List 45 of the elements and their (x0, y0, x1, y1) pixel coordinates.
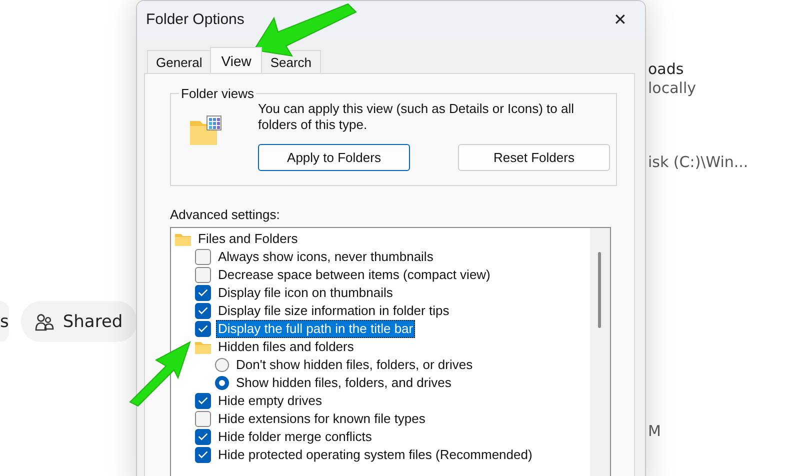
people-icon (34, 312, 55, 330)
tab[interactable]: View (210, 47, 262, 73)
setting-label[interactable]: Display file icon on thumbnails (216, 284, 395, 302)
filter-pill[interactable]: s (0, 301, 9, 342)
background-text: locally (648, 79, 697, 97)
folder-button[interactable]: Reset Folders (458, 144, 610, 171)
setting-label[interactable]: Hide folder merge conflicts (216, 428, 374, 446)
setting-label[interactable]: Show hidden files, folders, and drives (234, 374, 454, 392)
setting-label[interactable]: Decrease space between items (compact view) (216, 266, 492, 284)
setting-label: Files and Folders (197, 230, 299, 248)
close-button[interactable]: ✕ (605, 4, 635, 34)
window-title: Folder Options (146, 11, 244, 28)
checkbox[interactable] (195, 429, 211, 445)
setting-label[interactable]: Display file size information in folder tips (216, 302, 452, 320)
checkbox[interactable] (195, 321, 211, 337)
checkbox[interactable] (195, 249, 211, 265)
folder-icon (195, 340, 211, 354)
checkbox[interactable] (195, 393, 211, 409)
folder-button[interactable]: Apply to Folders (258, 144, 410, 171)
setting-label[interactable]: Always show icons, never thumbnails (216, 248, 436, 266)
folder-icon (175, 232, 191, 246)
checkbox[interactable] (195, 285, 211, 301)
setting-label[interactable]: Hide extensions for known file types (216, 410, 428, 428)
background-text: M (648, 422, 662, 440)
setting-label[interactable]: Hide empty drives (216, 392, 324, 410)
setting-label[interactable]: Don't show hidden files, folders, or drives (234, 356, 475, 374)
description-text: You can apply this view (such as Details or Icons) to all folders of this type. (258, 101, 576, 133)
setting-label[interactable]: Display the full path in the title bar (216, 320, 416, 338)
tab[interactable]: General (147, 50, 212, 73)
checkbox[interactable] (195, 303, 211, 319)
setting-label: Hidden files and folders (217, 338, 355, 356)
radio-button[interactable] (215, 376, 229, 390)
folder-view-icon (189, 115, 222, 146)
scroll-thumb[interactable] (598, 252, 601, 328)
checkbox[interactable] (195, 447, 211, 463)
checkbox[interactable] (195, 267, 211, 283)
background-text: oads (648, 60, 685, 78)
setting-label[interactable]: Hide protected operating system files (Recommended) (216, 446, 534, 464)
checkbox[interactable] (195, 411, 211, 427)
filter-pill[interactable]: Shared (20, 301, 137, 342)
group-label: Folder views (180, 86, 255, 101)
radio-button[interactable] (215, 358, 229, 372)
scrollbar[interactable] (590, 228, 610, 476)
section-label: Advanced settings: (170, 207, 281, 222)
background-text: isk (C:)\Win... (648, 153, 750, 171)
